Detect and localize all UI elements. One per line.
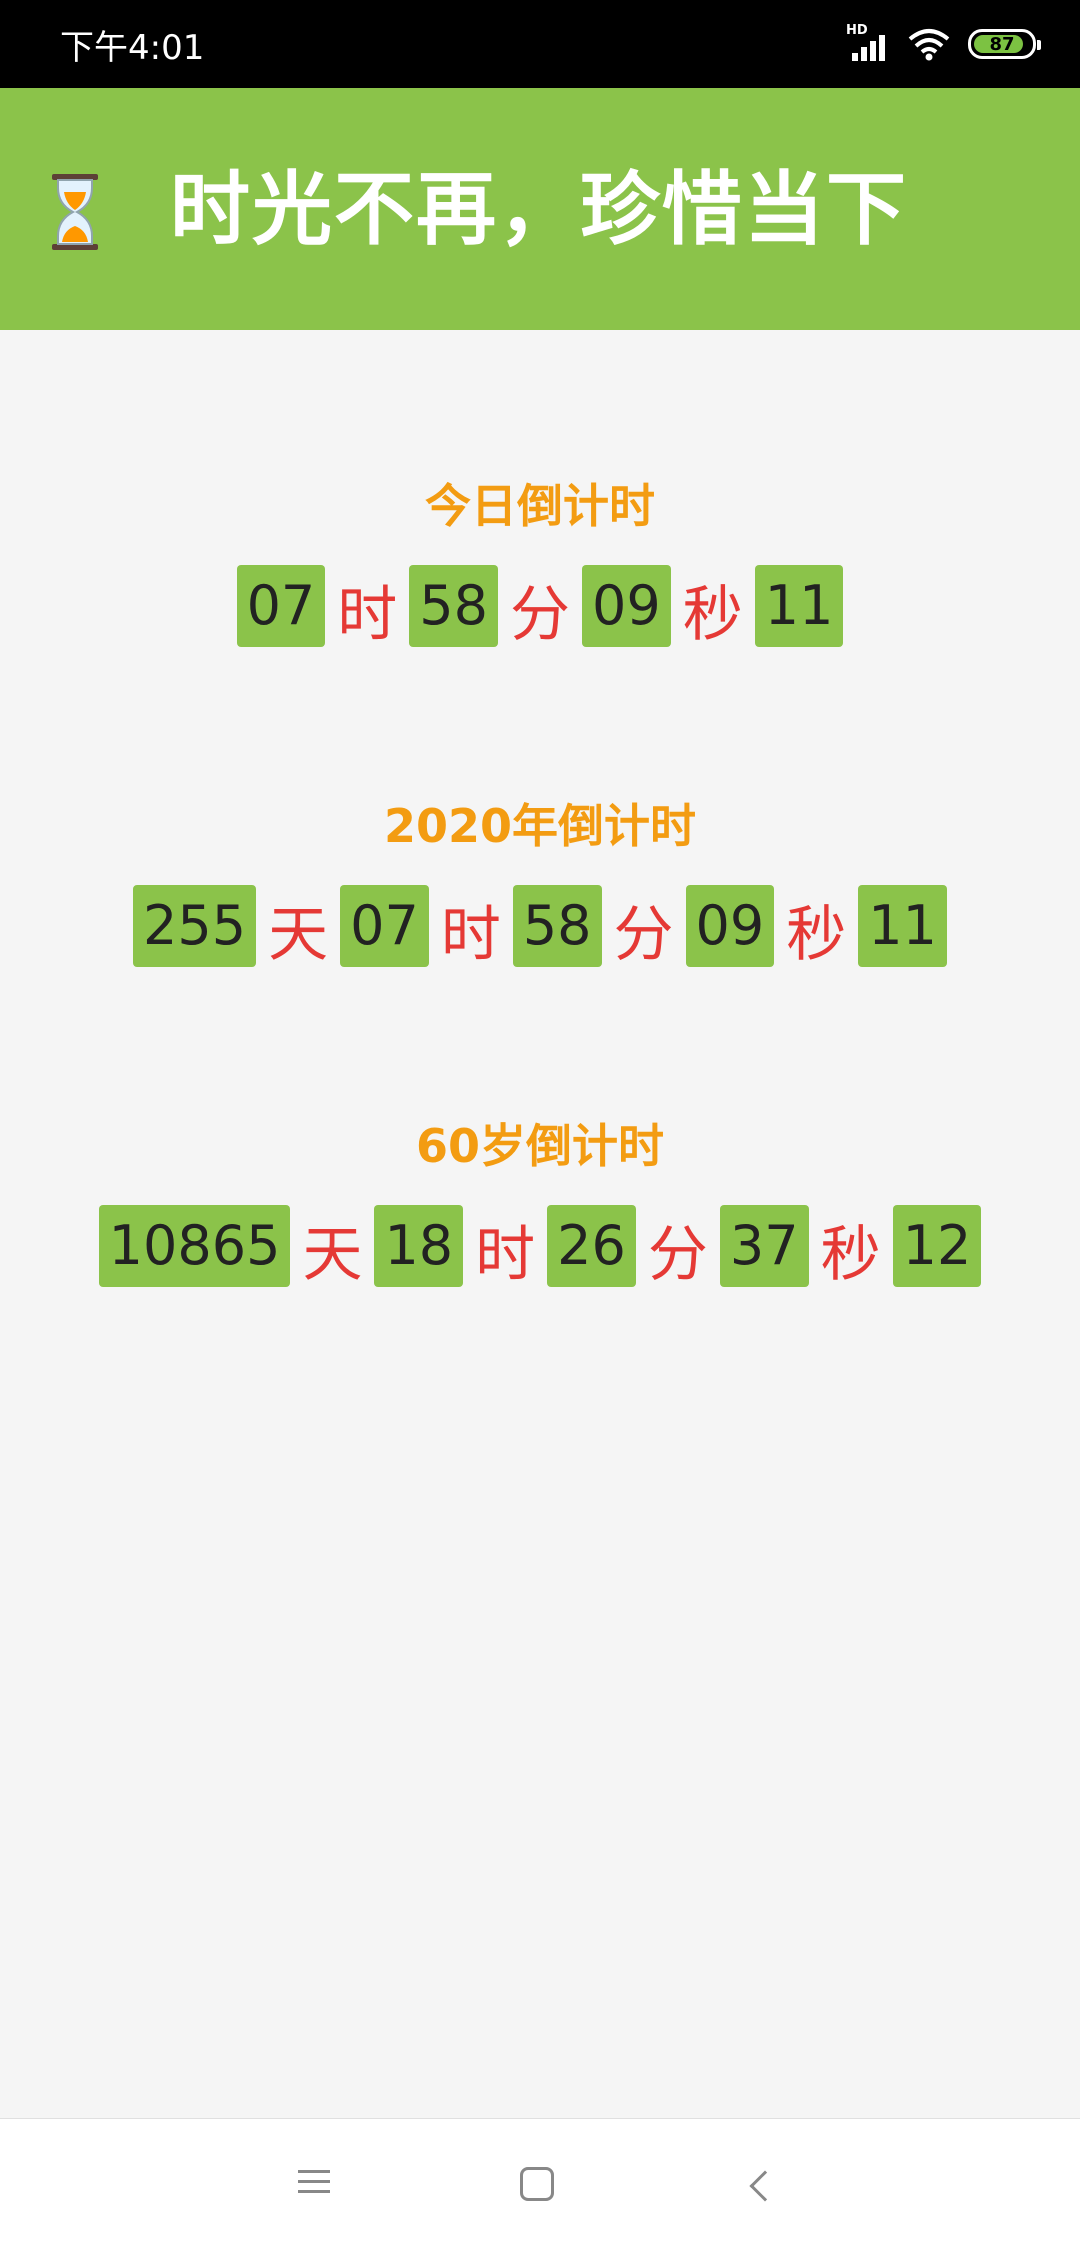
days-box: 10865: [98, 1204, 291, 1287]
menu-icon[interactable]: [298, 2163, 342, 2207]
hourglass-icon: [52, 174, 98, 250]
status-icons: HD 87: [846, 23, 1041, 61]
countdown-row: 255 天 07 时 58 分 09 秒 11: [0, 878, 1080, 973]
minutes-box: 58: [409, 564, 498, 647]
year-countdown-section: 2020年倒计时 255 天 07 时 58 分 09 秒 11: [0, 790, 1080, 973]
countdown-row: 07 时 58 分 09 秒 11: [0, 558, 1080, 653]
app-title: 时光不再，珍惜当下: [170, 163, 908, 256]
days-box: 255: [133, 884, 257, 967]
navigation-bar: [0, 2118, 1080, 2248]
minutes-box: 26: [547, 1204, 636, 1287]
hours-unit: 时: [440, 900, 501, 970]
seconds-box: 37: [719, 1204, 809, 1287]
section-title: 60岁倒计时: [415, 1119, 664, 1173]
hours-box: 18: [374, 1204, 464, 1287]
status-bar: 下午4:01 HD 87: [0, 0, 1080, 88]
back-icon[interactable]: [749, 2170, 781, 2202]
minutes-box: 58: [512, 884, 602, 967]
hours-unit: 时: [475, 1220, 536, 1290]
signal-icon: HD: [846, 23, 890, 61]
seconds-unit: 秒: [820, 1220, 881, 1290]
minutes-unit: 分: [647, 1220, 708, 1290]
status-time: 下午4:01: [60, 27, 205, 68]
wifi-icon: [908, 29, 950, 61]
home-icon[interactable]: [520, 2167, 554, 2201]
hours-box: 07: [236, 564, 326, 647]
seconds-unit: 秒: [786, 900, 847, 970]
section-title: 2020年倒计时: [383, 799, 697, 853]
today-countdown-section: 今日倒计时 07 时 58 分 09 秒 11: [0, 470, 1080, 653]
minutes-unit: 分: [510, 580, 570, 650]
age60-countdown-section: 60岁倒计时 10865 天 18 时 26 分 37 秒 12: [0, 1110, 1080, 1293]
minutes-unit: 分: [613, 900, 674, 970]
seconds-unit: 秒: [682, 580, 743, 650]
seconds-box: 09: [582, 564, 671, 647]
hours-box: 07: [340, 884, 429, 967]
fraction-box: 11: [754, 564, 844, 647]
battery-icon: 87: [968, 29, 1041, 59]
fraction-box: 12: [892, 1204, 982, 1287]
days-unit: 天: [302, 1220, 363, 1290]
fraction-box: 11: [858, 884, 947, 967]
hours-unit: 时: [337, 580, 398, 650]
battery-level: 87: [989, 33, 1015, 55]
app-bar: 时光不再，珍惜当下: [0, 88, 1080, 330]
days-unit: 天: [268, 900, 329, 970]
section-title: 今日倒计时: [425, 479, 655, 533]
countdown-row: 10865 天 18 时 26 分 37 秒 12: [0, 1198, 1080, 1293]
seconds-box: 09: [685, 884, 775, 967]
